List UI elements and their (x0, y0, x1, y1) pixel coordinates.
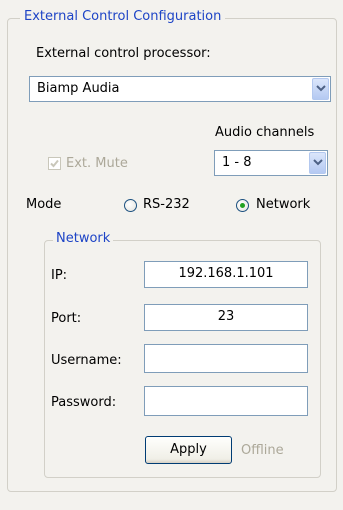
port-label: Port: (51, 311, 82, 326)
apply-button[interactable]: Apply (145, 436, 232, 464)
username-field[interactable] (144, 344, 308, 373)
processor-select-value: Biamp Audia (37, 81, 120, 96)
group-title: External Control Configuration (20, 9, 226, 25)
password-label: Password: (51, 395, 117, 410)
radio-rs232-label: RS-232 (143, 197, 190, 212)
radio-network-label: Network (256, 197, 311, 212)
ext-mute-label: Ext. Mute (66, 156, 128, 171)
chevron-down-icon[interactable] (312, 78, 329, 100)
ip-field[interactable]: 192.168.1.101 (144, 261, 308, 288)
username-label: Username: (51, 353, 122, 368)
port-field[interactable]: 23 (144, 304, 308, 331)
chevron-down-icon[interactable] (309, 152, 326, 174)
radio-network[interactable] (236, 199, 249, 212)
mode-label: Mode (26, 197, 62, 212)
radio-rs232[interactable] (124, 199, 137, 212)
audio-channels-select-value: 1 - 8 (222, 155, 252, 170)
audio-channels-select[interactable]: 1 - 8 (214, 150, 328, 176)
ext-mute-checkbox[interactable] (48, 157, 61, 170)
network-title: Network (53, 231, 114, 247)
radio-selected-dot (240, 203, 245, 208)
ip-label: IP: (51, 268, 68, 283)
connection-status: Offline (241, 443, 284, 458)
audio-channels-label: Audio channels (215, 125, 315, 140)
checkmark-icon (50, 159, 59, 168)
processor-select[interactable]: Biamp Audia (29, 76, 331, 102)
password-field[interactable] (144, 386, 308, 416)
processor-label: External control processor: (36, 46, 211, 61)
